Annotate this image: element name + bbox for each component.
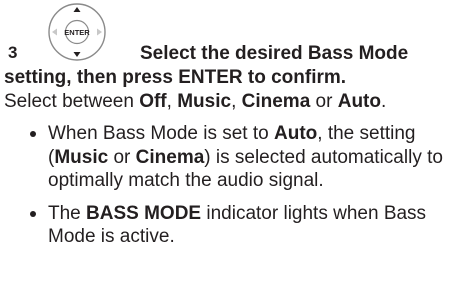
step-header: 3 ENTER Select the desired Bass Mode [4, 0, 464, 64]
options-intro: Select between Off, Music, Cinema or Aut… [4, 91, 387, 112]
step-number: 3 [8, 43, 18, 62]
list-item: The BASS MODE indicator lights when Bass… [0, 202, 466, 249]
bullet-icon [30, 131, 36, 137]
step-heading-line2: setting, then press ENTER to confirm. [4, 67, 347, 88]
step-heading-line1: Select the desired Bass Mode [140, 43, 409, 64]
notes-list: When Bass Mode is set to Auto, the setti… [0, 122, 466, 249]
note-indicator: The BASS MODE indicator lights when Bass… [48, 202, 427, 248]
enter-button-label: ENTER [64, 28, 90, 37]
note-auto-mode: When Bass Mode is set to Auto, the setti… [48, 123, 443, 192]
list-item: When Bass Mode is set to Auto, the setti… [0, 122, 466, 193]
option-music: Music [177, 91, 232, 112]
bullet-icon [30, 210, 36, 217]
option-auto: Auto [337, 91, 381, 112]
option-off: Off [139, 91, 167, 112]
option-cinema: Cinema [241, 91, 311, 112]
remote-dpad-enter-icon: ENTER [48, 3, 106, 61]
